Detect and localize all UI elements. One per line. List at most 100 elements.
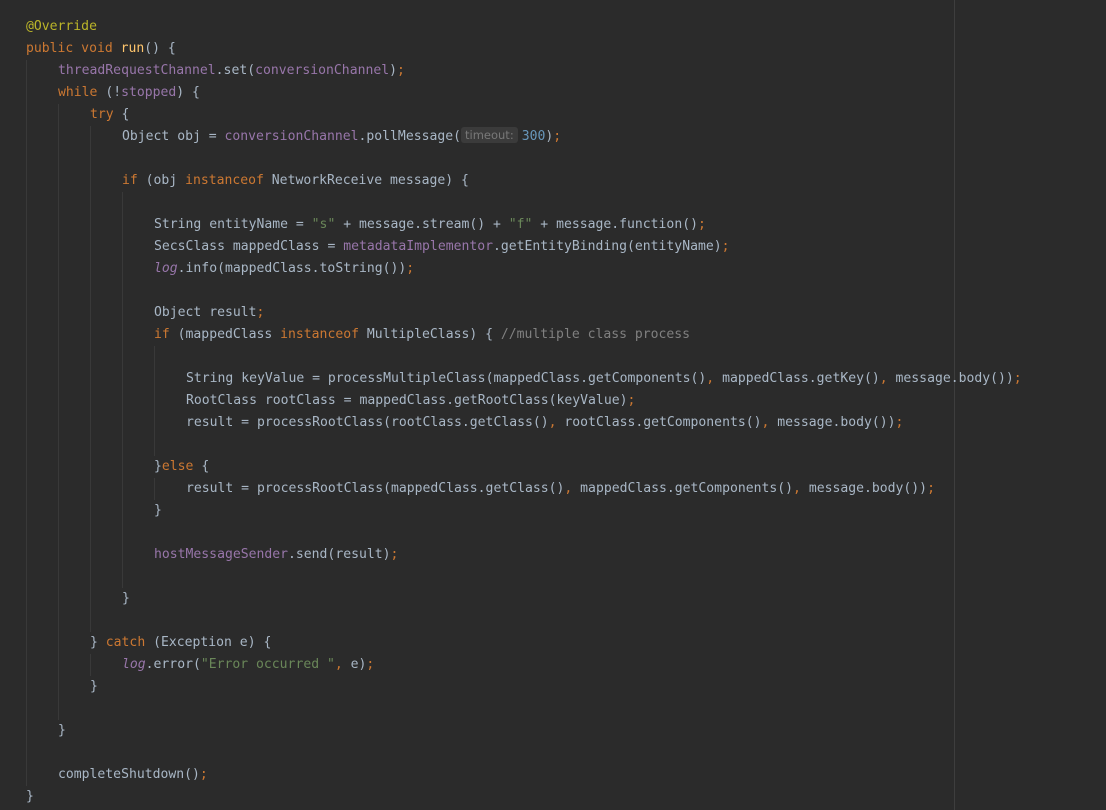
indent-guide	[90, 236, 91, 258]
indent-guide	[58, 302, 59, 324]
code-token: SecsClass	[154, 239, 233, 254]
code-token: }	[154, 459, 162, 474]
code-token: ;	[697, 217, 706, 232]
code-token: ,	[548, 415, 565, 430]
code-token: ;	[397, 63, 405, 78]
code-editor[interactable]: @Override public void run() {threadReques…	[0, 0, 1106, 810]
indent-guide	[90, 346, 91, 368]
code-line[interactable]: }	[26, 588, 1022, 610]
code-token: conversionChannel	[255, 63, 390, 78]
code-line[interactable]: @Override	[26, 16, 1022, 38]
code-line[interactable]: }	[26, 676, 1022, 698]
code-line[interactable]: }	[26, 786, 1022, 808]
code-line[interactable]: completeShutdown();	[26, 764, 1022, 786]
code-token: "Error occurred "	[200, 657, 335, 672]
code-line[interactable]: String entityName = "s" + message.stream…	[26, 214, 1022, 236]
indent-guide	[122, 236, 123, 258]
code-line[interactable]	[26, 434, 1022, 456]
code-token: .send(result)	[288, 547, 391, 562]
indent-guide	[154, 368, 155, 390]
indent-guide	[122, 390, 123, 412]
code-line[interactable]: result = processRootClass(rootClass.getC…	[26, 412, 1022, 434]
code-line[interactable]	[26, 742, 1022, 764]
code-token: completeShutdown()	[58, 767, 200, 782]
code-line[interactable]: hostMessageSender.send(result);	[26, 544, 1022, 566]
code-line[interactable]: RootClass rootClass = mappedClass.getRoo…	[26, 390, 1022, 412]
code-line[interactable]	[26, 346, 1022, 368]
code-line[interactable]: result = processRootClass(mappedClass.ge…	[26, 478, 1022, 500]
indent-guide	[58, 390, 59, 412]
parameter-hint: timeout:	[461, 127, 518, 143]
indent-guide	[26, 390, 27, 412]
code-token: run	[120, 41, 145, 56]
code-token: public void	[26, 41, 121, 56]
code-line[interactable]: } catch (Exception e) {	[26, 632, 1022, 654]
code-token: log	[154, 261, 178, 276]
code-token: while	[58, 85, 106, 100]
code-token: conversionChannel	[224, 129, 359, 144]
code-token: ;	[366, 657, 375, 672]
indent-guide	[90, 214, 91, 236]
code-line[interactable]: Object obj = conversionChannel.pollMessa…	[26, 126, 1022, 148]
indent-guide	[58, 610, 59, 632]
code-line[interactable]	[26, 610, 1022, 632]
code-token: log	[122, 657, 146, 672]
code-token: if	[122, 173, 146, 188]
indent-guide	[58, 478, 59, 500]
indent-guide	[90, 478, 91, 500]
code-token: ;	[1013, 371, 1022, 386]
code-token: instanceof	[280, 327, 367, 342]
code-line[interactable]	[26, 148, 1022, 170]
indent-guide	[90, 500, 91, 522]
code-token: }	[90, 679, 98, 694]
code-line[interactable]: String keyValue = processMultipleClass(m…	[26, 368, 1022, 390]
code-line[interactable]	[26, 522, 1022, 544]
code-token: "f"	[508, 217, 533, 232]
code-line[interactable]	[26, 698, 1022, 720]
code-token: message) {	[390, 173, 469, 188]
code-line[interactable]: }else {	[26, 456, 1022, 478]
indent-guide	[122, 214, 123, 236]
code-token: (Exception e) {	[153, 635, 272, 650]
code-line[interactable]	[26, 192, 1022, 214]
code-token: (obj	[145, 173, 186, 188]
code-line[interactable]: if (mappedClass instanceof MultipleClass…	[26, 324, 1022, 346]
code-token: try	[90, 107, 122, 122]
code-line[interactable]: while (!stopped) {	[26, 82, 1022, 104]
indent-guide	[26, 434, 27, 456]
code-line[interactable]: if (obj instanceof NetworkReceive messag…	[26, 170, 1022, 192]
indent-guide	[58, 566, 59, 588]
indent-guide	[122, 434, 123, 456]
indent-guide	[58, 676, 59, 698]
indent-guide	[26, 192, 27, 214]
code-line[interactable]: Object result;	[26, 302, 1022, 324]
indent-guide	[122, 522, 123, 544]
indent-guide	[58, 632, 59, 654]
indent-guide	[122, 566, 123, 588]
indent-guide	[58, 214, 59, 236]
code-line[interactable]: }	[26, 720, 1022, 742]
code-token: message.body())	[777, 415, 896, 430]
code-line[interactable]: threadRequestChannel.set(conversionChann…	[26, 60, 1022, 82]
indent-guide	[58, 170, 59, 192]
indent-guide	[58, 280, 59, 302]
code-area[interactable]: @Override public void run() {threadReques…	[26, 16, 1022, 808]
code-line[interactable]: try {	[26, 104, 1022, 126]
code-line[interactable]	[26, 566, 1022, 588]
code-token: String	[154, 217, 210, 232]
indent-guide	[26, 104, 27, 126]
code-line[interactable]: log.error("Error occurred ", e);	[26, 654, 1022, 676]
indent-guide	[122, 500, 123, 522]
code-token: entityName =	[209, 217, 312, 232]
code-token: ;	[721, 239, 730, 254]
code-token: }	[122, 591, 130, 606]
code-line[interactable]: public void run() {	[26, 38, 1022, 60]
code-line[interactable]: SecsClass mappedClass = metadataImplemen…	[26, 236, 1022, 258]
code-line[interactable]	[26, 280, 1022, 302]
indent-guide	[122, 324, 123, 346]
code-line[interactable]: log.info(mappedClass.toString());	[26, 258, 1022, 280]
indent-guide	[90, 412, 91, 434]
code-token: Object	[122, 129, 178, 144]
code-line[interactable]: }	[26, 500, 1022, 522]
code-token: MultipleClass) {	[366, 327, 501, 342]
